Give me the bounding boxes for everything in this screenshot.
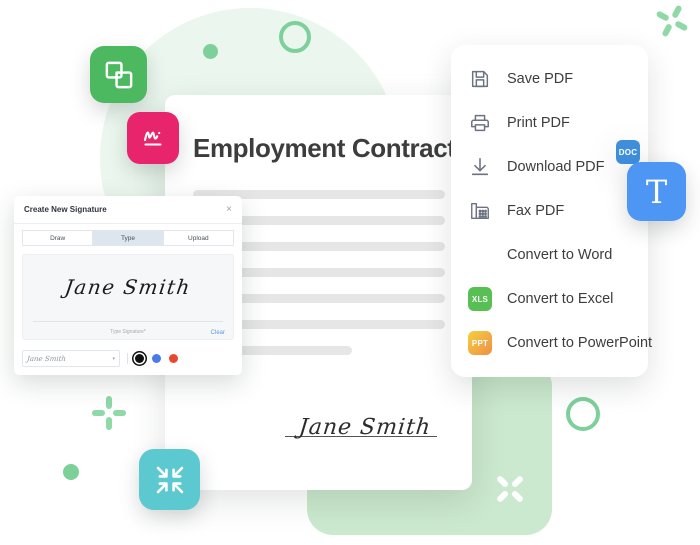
sparkle-plus-icon [92, 396, 126, 430]
color-swatch-red[interactable] [169, 354, 178, 363]
merge-pdf-tile[interactable] [90, 46, 147, 103]
signature-input-value: Jane Smith [63, 275, 193, 299]
printer-icon [467, 110, 493, 136]
tab-draw[interactable]: Draw [22, 230, 94, 246]
text-t-icon: T [645, 172, 668, 211]
document-signature-text: Jane Smith [297, 415, 433, 440]
chevron-down-icon: ▾ [112, 355, 115, 362]
menu-item-print-pdf[interactable]: Print PDF [451, 101, 648, 145]
page-title: Employment Contract [193, 133, 456, 163]
menu-item-convert-to-excel[interactable]: XLS Convert to Excel [451, 277, 648, 321]
ppt-badge-icon: PPT [467, 330, 493, 356]
color-swatch-group [135, 354, 178, 363]
signature-pad-rule [33, 321, 223, 322]
fax-machine-icon [467, 198, 493, 224]
dialog-tabs: Draw Type Upload [14, 224, 242, 254]
decorative-dot-top [203, 44, 218, 59]
menu-item-fax-pdf[interactable]: Fax PDF [451, 189, 648, 233]
dialog-body: Jane Smith Type Signature* Clear [14, 254, 242, 346]
menu-item-label: Convert to Excel [507, 291, 614, 307]
tab-type[interactable]: Type [93, 230, 164, 246]
tab-upload[interactable]: Upload [163, 230, 234, 246]
menu-item-label: Save PDF [507, 71, 574, 87]
signature-input-pad[interactable]: Jane Smith Type Signature* Clear [22, 254, 234, 340]
menu-item-label: Download PDF [507, 159, 605, 175]
dialog-title: Create New Signature [24, 205, 107, 214]
xls-badge-label: XLS [468, 287, 492, 311]
signature-placeholder-hint: Type Signature* [110, 329, 146, 335]
ppt-badge-label: PPT [468, 331, 492, 355]
create-signature-dialog: Create New Signature × Draw Type Upload … [14, 196, 242, 375]
doc-badge-icon: DOC [467, 140, 640, 268]
decorative-dot-bottom-left [63, 464, 79, 480]
sparkle-star-icon [649, 0, 695, 44]
menu-item-convert-to-powerpoint[interactable]: PPT Convert to PowerPoint [451, 321, 652, 365]
menu-item-label: Fax PDF [507, 203, 565, 219]
decorative-ring-right [566, 397, 600, 431]
dialog-footer: Jane Smith ▾ [14, 346, 242, 375]
dialog-header: Create New Signature × [14, 196, 242, 224]
menu-item-convert-to-word[interactable]: DOC Convert to Word [451, 140, 648, 277]
illustration-stage: Employment Contract Jane Smith Save PDF [0, 0, 700, 545]
sign-pdf-tile[interactable] [127, 112, 179, 164]
text-tool-tile[interactable]: T [627, 162, 686, 221]
pdf-action-menu[interactable]: Save PDF Print PDF Download PDF Fax PDF … [451, 45, 652, 377]
color-swatch-black[interactable] [135, 354, 144, 363]
document-signature: Jane Smith [285, 415, 445, 440]
signature-font-select[interactable]: Jane Smith ▾ [22, 350, 120, 367]
doc-badge-label: DOC [616, 140, 640, 164]
decorative-ring-top [279, 21, 311, 53]
signature-font-value: Jane Smith [26, 354, 67, 363]
menu-item-save-pdf[interactable]: Save PDF [451, 57, 648, 101]
menu-item-label: Convert to Word [507, 247, 613, 263]
clear-button[interactable]: Clear [211, 330, 225, 336]
footer-divider [127, 353, 128, 364]
close-icon[interactable]: × [226, 204, 232, 215]
download-icon [467, 154, 493, 180]
floppy-disk-icon [467, 66, 493, 92]
color-swatch-blue[interactable] [152, 354, 161, 363]
xls-badge-icon: XLS [467, 286, 493, 312]
compress-pdf-tile[interactable] [139, 449, 200, 510]
menu-item-label: Print PDF [507, 115, 570, 131]
menu-item-label: Convert to PowerPoint [507, 335, 653, 351]
